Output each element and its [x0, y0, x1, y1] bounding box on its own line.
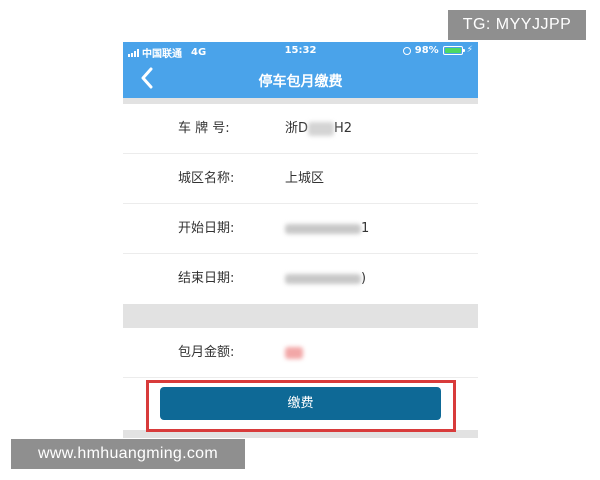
start-date-value: 1 — [285, 204, 369, 254]
page-title: 停车包月缴费 — [258, 74, 343, 90]
end-date-label: 结束日期: — [178, 271, 235, 286]
screenshot-page: 中国联通 4G 15:32 98% ⚡ 停车包月缴费 车 牌 号: 浙D H2 … — [0, 0, 600, 480]
end-date-row: 结束日期: ) — [123, 254, 478, 304]
start-date-suffix: 1 — [361, 221, 370, 236]
district-label: 城区名称: — [178, 171, 235, 186]
end-date-suffix: ) — [361, 271, 367, 286]
lock-rotation-icon — [402, 46, 411, 55]
plate-value: 浙D H2 — [285, 104, 352, 154]
redacted-blur — [285, 346, 303, 359]
redacted-blur — [285, 273, 361, 284]
end-date-value: ) — [285, 254, 366, 304]
battery-percent: 98% — [414, 45, 439, 56]
vehicle-info-card: 车 牌 号: 浙D H2 城区名称: 上城区 开始日期: 1 结束日期: ) — [123, 104, 478, 304]
phone-screen: 中国联通 4G 15:32 98% ⚡ 停车包月缴费 车 牌 号: 浙D H2 … — [123, 42, 478, 438]
amount-value — [285, 328, 303, 378]
amount-label: 包月金额: — [178, 345, 235, 360]
status-bar: 中国联通 4G 15:32 98% ⚡ — [123, 42, 478, 60]
battery-icon — [442, 46, 465, 55]
district-row: 城区名称: 上城区 — [123, 154, 478, 204]
highlight-annotation — [146, 380, 456, 432]
amount-row: 包月金额: — [123, 328, 478, 378]
redacted-blur — [308, 121, 335, 136]
plate-prefix: 浙D — [285, 121, 309, 136]
app-header: 中国联通 4G 15:32 98% ⚡ 停车包月缴费 — [123, 42, 478, 98]
plate-suffix: H2 — [334, 121, 353, 136]
watermark-top: TG: MYYJJPP — [448, 10, 586, 40]
redacted-blur — [285, 223, 361, 234]
watermark-bottom: www.hmhuangming.com — [11, 439, 245, 469]
amount-card: 包月金额: — [123, 328, 478, 378]
plate-row: 车 牌 号: 浙D H2 — [123, 104, 478, 154]
status-right: 98% ⚡ — [402, 45, 473, 56]
start-date-row: 开始日期: 1 — [123, 204, 478, 254]
district-value: 上城区 — [285, 171, 325, 186]
plate-label: 车 牌 号: — [178, 121, 230, 136]
start-date-label: 开始日期: — [178, 221, 235, 236]
charging-icon: ⚡ — [466, 45, 473, 55]
